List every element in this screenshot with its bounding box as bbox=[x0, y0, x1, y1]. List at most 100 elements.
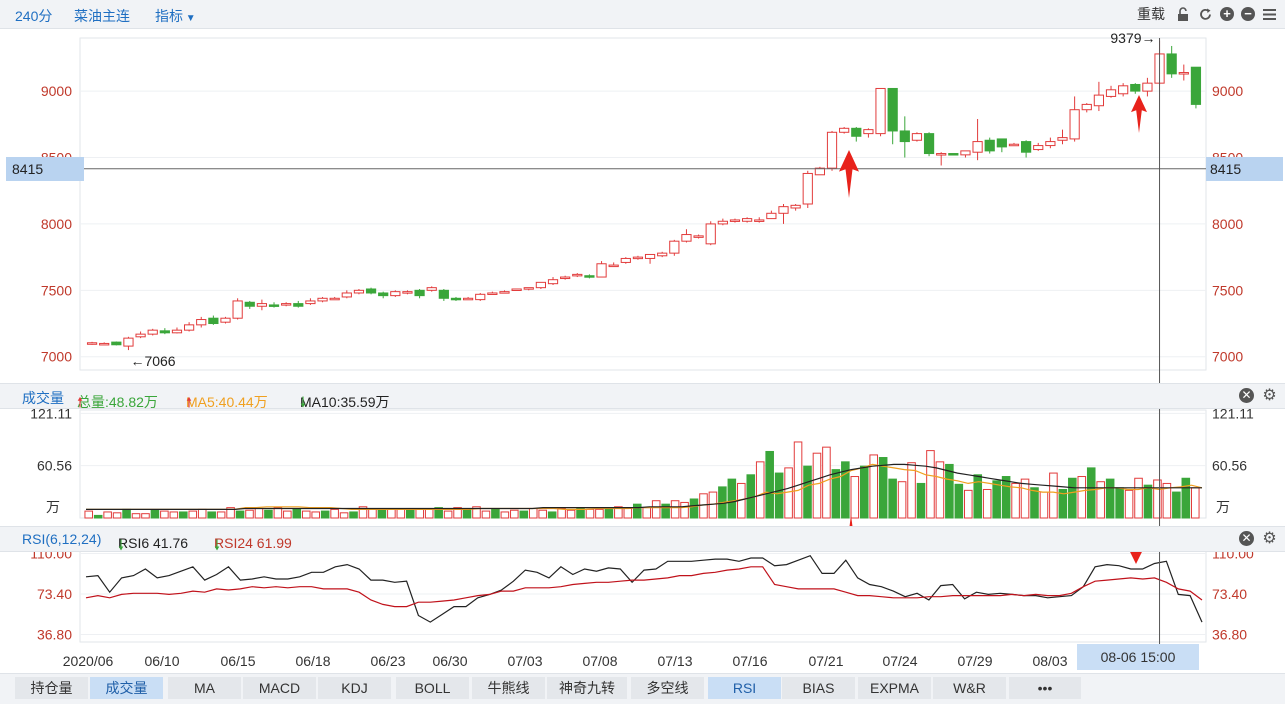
tab-indicator[interactable]: RSI bbox=[708, 677, 781, 699]
candlestick-series bbox=[86, 40, 1202, 351]
candle-body bbox=[1142, 82, 1153, 92]
tab-indicator[interactable]: 牛熊线 bbox=[472, 677, 545, 699]
volume-bar bbox=[264, 509, 273, 519]
volume-bar bbox=[1190, 487, 1200, 519]
candle-body bbox=[1045, 141, 1056, 147]
volume-bar bbox=[897, 481, 907, 519]
volume-bar bbox=[547, 511, 557, 519]
volume-title[interactable]: 成交量 bbox=[22, 388, 64, 408]
candle-body bbox=[899, 130, 910, 143]
x-axis-date: 07/21 bbox=[808, 653, 843, 669]
candle-body bbox=[365, 288, 377, 294]
volume-bar bbox=[623, 507, 633, 519]
candle-body bbox=[766, 212, 777, 220]
candle-body bbox=[438, 289, 449, 299]
volume-bar bbox=[680, 501, 689, 519]
volume-bar bbox=[339, 512, 349, 519]
volume-bar bbox=[93, 514, 103, 519]
volume-bar bbox=[112, 512, 122, 519]
volume-bar bbox=[538, 509, 547, 519]
price-tick-right: 9000 bbox=[1212, 83, 1243, 99]
candle-body bbox=[851, 127, 862, 137]
candle-body bbox=[475, 293, 486, 301]
candle-body bbox=[293, 303, 304, 307]
candle-body bbox=[1057, 137, 1068, 141]
candle-body bbox=[1069, 109, 1080, 140]
rsi-title[interactable]: RSI(6,12,24) bbox=[22, 531, 101, 547]
volume-bar bbox=[1068, 477, 1077, 519]
volume-bar bbox=[585, 508, 595, 519]
volume-bar bbox=[235, 510, 245, 519]
candle-body bbox=[1020, 141, 1032, 153]
candle-body bbox=[1178, 72, 1189, 75]
x-axis-date: 2020/06 bbox=[63, 653, 114, 669]
candle-body bbox=[256, 303, 268, 307]
volume-bar bbox=[254, 507, 264, 519]
arrow-down-icon: 🠗 bbox=[300, 394, 307, 410]
volume-bar bbox=[1049, 472, 1058, 519]
tab-more[interactable]: ••• bbox=[1009, 677, 1081, 699]
candle-body bbox=[123, 337, 134, 347]
tab-indicator[interactable]: KDJ bbox=[318, 677, 391, 699]
rsi-tick-right: 73.40 bbox=[1212, 586, 1247, 602]
rsi-lines bbox=[85, 554, 1203, 623]
volume-bar bbox=[387, 508, 396, 519]
rsi24-label: RSI24 61.99 bbox=[214, 535, 292, 551]
candle-body bbox=[547, 279, 559, 285]
volume-bar bbox=[1077, 476, 1087, 519]
volume-bar bbox=[812, 452, 822, 519]
candle-body bbox=[353, 289, 365, 294]
gear-icon[interactable]: ⚙ bbox=[1262, 531, 1277, 547]
tab-indicator[interactable]: MACD bbox=[243, 677, 316, 699]
price-tick-left: 7000 bbox=[41, 349, 72, 365]
volume-bar bbox=[604, 507, 614, 519]
volume-bar bbox=[765, 450, 774, 519]
x-axis-date: 08/03 bbox=[1032, 653, 1067, 669]
candle-body bbox=[268, 304, 280, 307]
candle-body bbox=[462, 297, 474, 301]
candle-body bbox=[729, 219, 741, 222]
candle-body bbox=[839, 127, 850, 133]
x-axis-date: 07/13 bbox=[657, 653, 692, 669]
tab-indicator[interactable]: 成交量 bbox=[90, 677, 163, 699]
tab-indicator[interactable]: BIAS bbox=[782, 677, 855, 699]
candle-body bbox=[644, 253, 656, 259]
candle-body bbox=[1081, 103, 1092, 111]
arrow-up-icon: 🠕 bbox=[77, 394, 84, 410]
candle-body bbox=[875, 87, 886, 135]
tab-indicator[interactable]: 持仓量 bbox=[15, 677, 88, 699]
tab-indicator[interactable]: W&R bbox=[933, 677, 1006, 699]
volume-bar bbox=[822, 446, 831, 519]
volume-bar bbox=[179, 511, 188, 519]
volume-bar bbox=[283, 510, 292, 519]
tab-indicator[interactable]: 多空线 bbox=[631, 677, 704, 699]
close-icon[interactable]: ✕ bbox=[1239, 531, 1254, 546]
volume-bar bbox=[1001, 476, 1011, 519]
volume-bar bbox=[528, 507, 538, 519]
volume-bar bbox=[1181, 477, 1191, 519]
volume-unit-right: 万 bbox=[1216, 499, 1230, 515]
volume-bar bbox=[1030, 487, 1039, 519]
candle-body bbox=[1118, 85, 1129, 95]
tab-indicator[interactable]: BOLL bbox=[396, 677, 469, 699]
tab-indicator[interactable]: MA bbox=[168, 677, 241, 699]
close-icon[interactable]: ✕ bbox=[1239, 388, 1254, 403]
candle-body bbox=[1093, 94, 1105, 107]
indicator-tab-bar: 持仓量 成交量 MA MACD KDJ BOLL 牛熊线 神奇九转 多空线 RSI BIAS EXPM… bbox=[0, 673, 1285, 704]
volume-bar bbox=[651, 500, 661, 519]
volume-bar bbox=[1011, 482, 1020, 519]
volume-bar bbox=[982, 488, 992, 519]
chart-canvas[interactable]: 9000900085008500800080007500750070007000… bbox=[0, 0, 1285, 703]
gear-icon[interactable]: ⚙ bbox=[1262, 388, 1277, 404]
candle-body bbox=[911, 133, 923, 141]
tab-indicator[interactable]: EXPMA bbox=[858, 677, 931, 699]
volume-bar bbox=[859, 465, 869, 519]
volume-bar bbox=[197, 508, 207, 519]
rsi-tick-left: 73.40 bbox=[37, 586, 72, 602]
x-axis-date: 07/08 bbox=[582, 653, 617, 669]
candle-body bbox=[244, 301, 255, 307]
candle-body bbox=[948, 153, 959, 156]
volume-bar bbox=[1020, 478, 1030, 519]
tab-indicator[interactable]: 神奇九转 bbox=[547, 677, 627, 699]
x-axis-date: 06/15 bbox=[220, 653, 255, 669]
